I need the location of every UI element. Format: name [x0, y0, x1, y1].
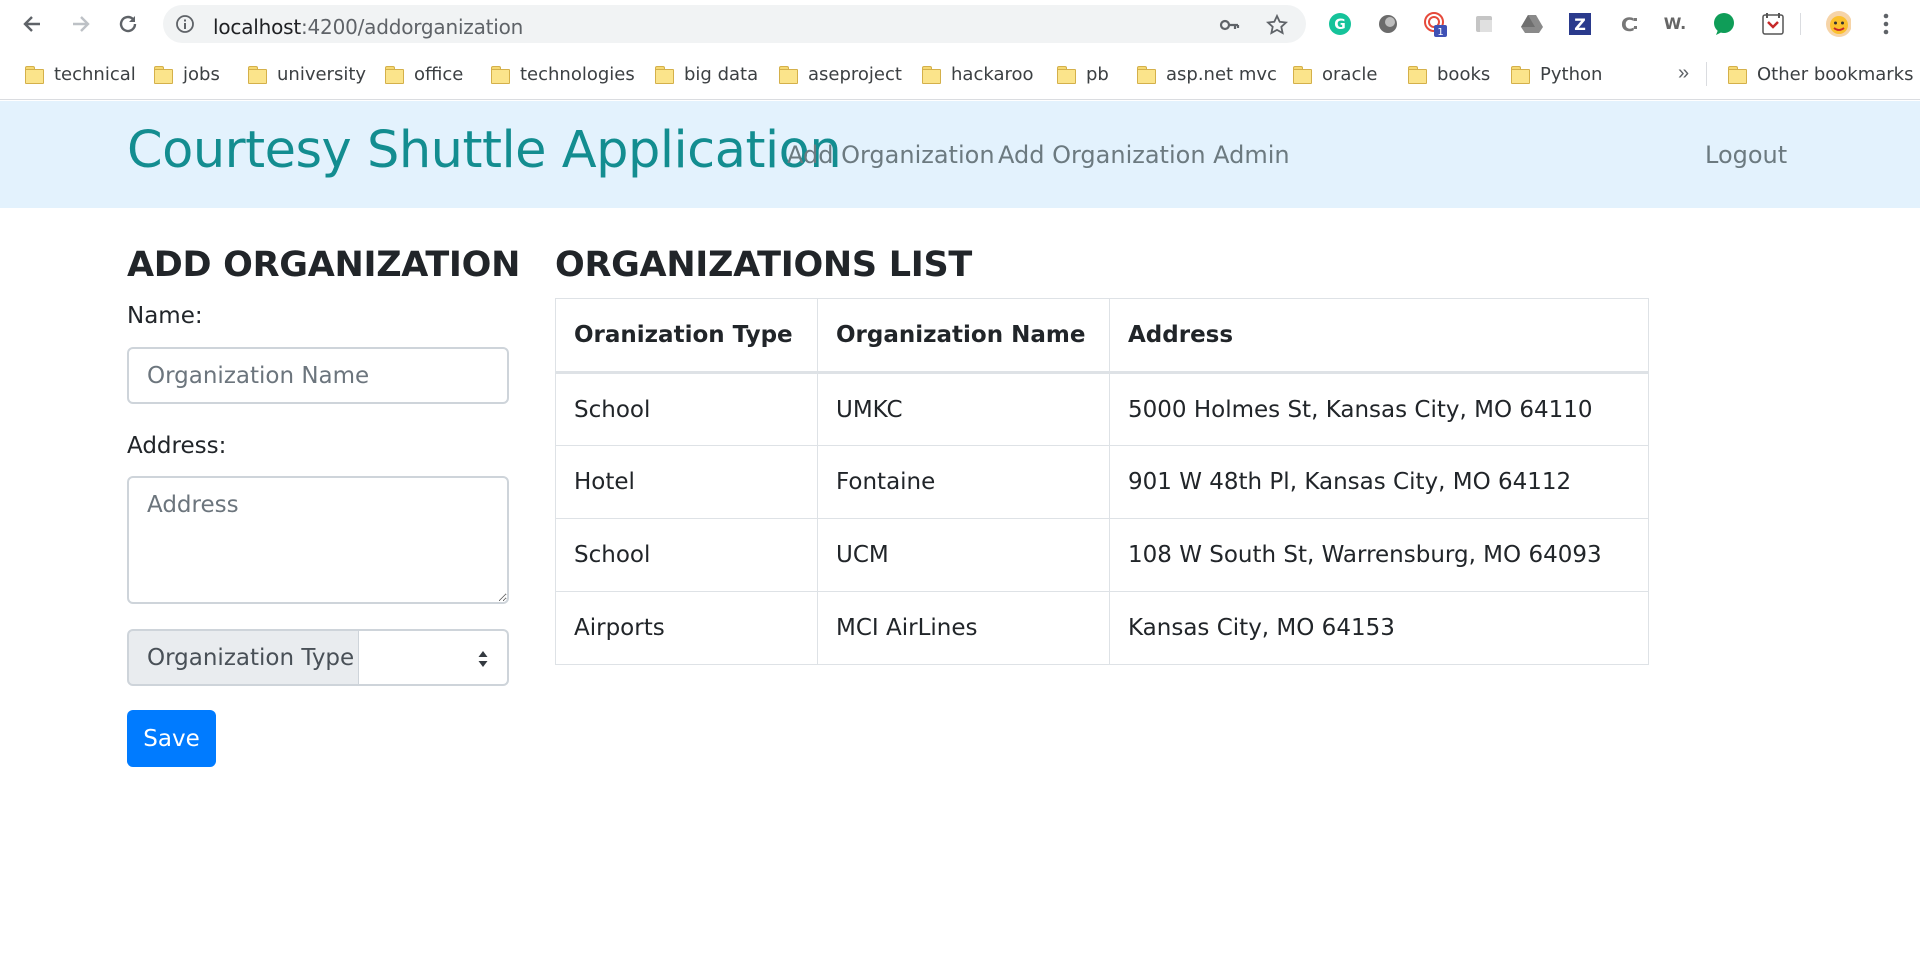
cell-name: UMKC [817, 372, 1110, 446]
list-title: ORGANIZATIONS LIST [555, 245, 972, 285]
organization-type-select[interactable] [359, 629, 509, 686]
svg-text:C: C [1621, 14, 1635, 36]
column-header-address: Address [1109, 298, 1649, 374]
table-row: School UCM 108 W South St, Warrensburg, … [555, 518, 1649, 592]
bookmark-folder[interactable]: big data [654, 60, 758, 88]
svg-text:W.: W. [1664, 14, 1686, 33]
bookmark-folder[interactable]: aseproject [778, 60, 902, 88]
logout-link[interactable]: Logout [1705, 141, 1787, 169]
folder-icon [1727, 65, 1747, 84]
chrome-menu-icon[interactable] [1873, 11, 1899, 37]
code-extension-icon[interactable]: C [1615, 11, 1641, 37]
chat-bubble-icon[interactable] [1711, 11, 1737, 37]
folder-icon [1510, 65, 1530, 84]
wordtune-icon[interactable]: W. [1663, 11, 1689, 37]
cell-type: School [555, 372, 818, 446]
folder-icon [153, 65, 173, 84]
bookmark-folder[interactable]: Python [1510, 60, 1602, 88]
address-bar[interactable]: localhost:4200/addorganization [163, 5, 1306, 43]
bookmark-folder[interactable]: oracle [1292, 60, 1377, 88]
svg-text:G: G [1334, 17, 1346, 33]
cell-type: Airports [555, 591, 818, 665]
zotero-icon[interactable]: Z [1567, 11, 1593, 37]
grammarly-icon[interactable]: G [1327, 11, 1353, 37]
bookmarks-divider [1706, 62, 1707, 86]
back-arrow-icon[interactable] [18, 10, 46, 38]
app-navbar: Courtesy Shuttle Application Add Organiz… [0, 101, 1920, 208]
table-row: Hotel Fontaine 901 W 48th Pl, Kansas Cit… [555, 445, 1649, 519]
calendar-icon[interactable] [1760, 11, 1786, 37]
svg-text:1: 1 [1437, 27, 1443, 37]
profile-avatar-icon[interactable] [1825, 11, 1851, 37]
browser-toolbar: localhost:4200/addorganization G 1 Z C W… [0, 0, 1920, 48]
bookmark-folder[interactable]: hackaroo [921, 60, 1034, 88]
cell-type: Hotel [555, 445, 818, 519]
bookmark-folder[interactable]: books [1407, 60, 1490, 88]
cell-address: Kansas City, MO 64153 [1109, 591, 1649, 665]
app-brand[interactable]: Courtesy Shuttle Application [127, 121, 842, 180]
organization-type-group: Organization Type [127, 629, 509, 686]
folder-icon [654, 65, 674, 84]
toolbar-divider [1800, 13, 1801, 35]
table-row: School UMKC 5000 Holmes St, Kansas City,… [555, 372, 1649, 446]
folder-icon [247, 65, 267, 84]
folder-icon [1292, 65, 1312, 84]
cell-name: Fontaine [817, 445, 1110, 519]
cell-name: MCI AirLines [817, 591, 1110, 665]
cell-address: 5000 Holmes St, Kansas City, MO 64110 [1109, 372, 1649, 446]
folder-icon [490, 65, 510, 84]
folder-icon [384, 65, 404, 84]
folder-icon [1407, 65, 1427, 84]
cell-address: 108 W South St, Warrensburg, MO 64093 [1109, 518, 1649, 592]
url-text: localhost:4200/addorganization [213, 15, 524, 39]
notes-extension-icon[interactable] [1471, 11, 1497, 37]
column-header-name: Organization Name [817, 298, 1110, 374]
organizations-table: Oranization Type Organization Name Addre… [555, 298, 1649, 665]
cell-type: School [555, 518, 818, 592]
folder-icon [24, 65, 44, 84]
bookmark-folder[interactable]: jobs [153, 60, 220, 88]
bookmark-folder[interactable]: technical [24, 60, 136, 88]
select-arrows-icon [478, 651, 488, 667]
bookmarks-bar: technical jobs university office technol… [0, 48, 1920, 100]
reload-icon[interactable] [114, 10, 142, 38]
bookmarks-overflow-button[interactable]: » [1678, 62, 1689, 85]
table-header-row: Oranization Type Organization Name Addre… [555, 298, 1649, 374]
folder-icon [1056, 65, 1076, 84]
other-bookmarks-folder[interactable]: Other bookmarks [1727, 60, 1913, 88]
bookmark-folder[interactable]: university [247, 60, 366, 88]
key-icon[interactable] [1218, 14, 1240, 36]
folder-icon [778, 65, 798, 84]
site-info-icon[interactable] [175, 14, 195, 34]
cell-address: 901 W 48th Pl, Kansas City, MO 64112 [1109, 445, 1649, 519]
nav-add-organization[interactable]: Add Organization [787, 141, 995, 169]
bookmark-folder[interactable]: office [384, 60, 463, 88]
form-title: ADD ORGANIZATION [127, 245, 521, 285]
folder-icon [1136, 65, 1156, 84]
drive-icon[interactable] [1519, 11, 1545, 37]
save-button[interactable]: Save [127, 710, 216, 767]
address-label: Address: [127, 433, 227, 459]
column-header-type: Oranization Type [555, 298, 818, 374]
organization-name-input[interactable] [127, 347, 509, 404]
nav-add-organization-admin[interactable]: Add Organization Admin [998, 141, 1290, 169]
bookmark-folder[interactable]: pb [1056, 60, 1109, 88]
bookmark-folder[interactable]: asp.net mvc [1136, 60, 1277, 88]
extension-circle-icon[interactable] [1375, 11, 1401, 37]
svg-text:Z: Z [1574, 15, 1586, 34]
cell-name: UCM [817, 518, 1110, 592]
target-extension-icon[interactable]: 1 [1422, 11, 1448, 37]
folder-icon [921, 65, 941, 84]
table-row: Airports MCI AirLines Kansas City, MO 64… [555, 591, 1649, 665]
star-bookmark-icon[interactable] [1266, 14, 1288, 36]
address-textarea[interactable] [127, 476, 509, 604]
organization-type-label: Organization Type [127, 629, 359, 686]
forward-arrow-icon[interactable] [67, 10, 95, 38]
name-label: Name: [127, 303, 203, 329]
bookmark-folder[interactable]: technologies [490, 60, 635, 88]
